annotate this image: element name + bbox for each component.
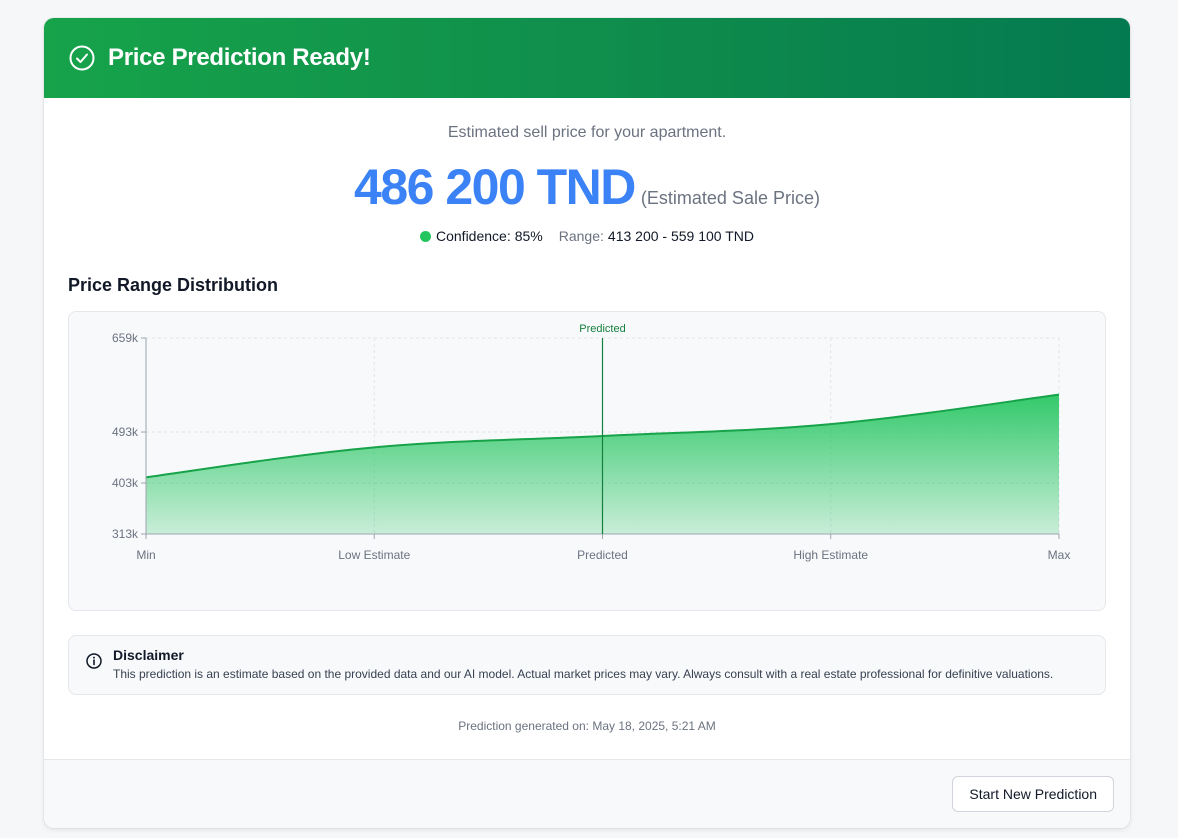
x-tick-label: Predicted — [577, 548, 628, 562]
disclaimer-text: This prediction is an estimate based on … — [113, 667, 1054, 681]
confidence-value: 85% — [514, 228, 543, 244]
price-note: (Estimated Sale Price) — [640, 188, 820, 208]
price-row: 486 200 TND (Estimated Sale Price) — [44, 158, 1130, 216]
card-footer: Start New Prediction — [44, 759, 1130, 828]
y-tick-label: 313k — [112, 527, 139, 541]
y-tick-label: 493k — [112, 425, 139, 439]
price-range-chart: 313k 403k 493k 659k Min Low Estimate Predicted… — [68, 311, 1106, 611]
prediction-card: Price Prediction Ready! Estimated sell p… — [44, 18, 1130, 828]
info-icon — [85, 652, 103, 670]
generated-timestamp: Prediction generated on: May 18, 2025, 5… — [458, 719, 716, 733]
x-tick-label: Max — [1048, 548, 1071, 562]
x-tick-label: High Estimate — [793, 548, 868, 562]
y-tick-label: 659k — [112, 331, 139, 345]
estimated-price: 486 200 TND — [354, 159, 636, 215]
disclaimer-title: Disclaimer — [113, 647, 184, 663]
range-value: 413 200 - 559 100 TND — [607, 228, 754, 244]
confidence-label: Confidence: — [436, 228, 511, 244]
chart-section-title: Price Range Distribution — [68, 275, 279, 295]
x-tick-label: Low Estimate — [338, 548, 410, 562]
start-new-prediction-button[interactable]: Start New Prediction — [952, 776, 1114, 812]
page-title: Price Prediction Ready! — [108, 44, 371, 71]
y-tick-label: 403k — [112, 476, 139, 490]
range-label: Range: — [558, 228, 604, 244]
card-header: Price Prediction Ready! — [44, 18, 1130, 98]
disclaimer-box: Disclaimer This prediction is an estimat… — [68, 635, 1106, 695]
confidence-row: Confidence: 85% Range: 413 200 - 559 100… — [44, 228, 1130, 244]
predicted-reference-label: Predicted — [579, 323, 625, 335]
check-circle-icon — [68, 44, 96, 72]
chart-svg: 313k 403k 493k 659k Min Low Estimate Predicted… — [112, 323, 1071, 562]
confidence-dot-icon — [420, 230, 431, 242]
result-subtitle: Estimated sell price for your apartment. — [447, 124, 727, 141]
x-tick-label: Min — [136, 548, 155, 562]
